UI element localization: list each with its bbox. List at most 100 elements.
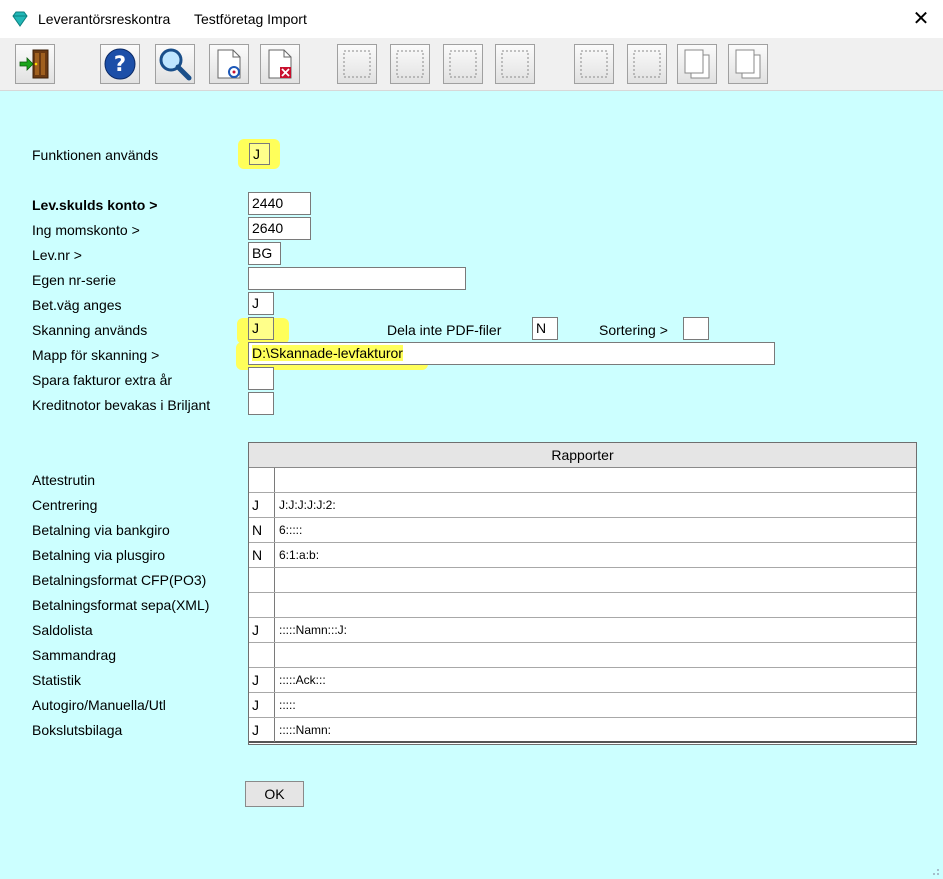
report-label-sepa: Betalningsformat sepa(XML) (32, 597, 210, 613)
mapp-label[interactable]: Mapp för skanning > (32, 347, 159, 363)
empty-slot-icon (501, 50, 529, 78)
delete-document-button[interactable] (260, 44, 300, 84)
report-flag[interactable] (249, 568, 275, 592)
levskulds-field[interactable]: 2440 (248, 192, 311, 215)
spara-field[interactable] (248, 367, 274, 390)
levnr-field[interactable]: BG (248, 242, 281, 265)
report-flag[interactable]: J (249, 693, 275, 717)
momskonto-field[interactable]: 2640 (248, 217, 311, 240)
report-flag[interactable]: J (249, 668, 275, 692)
report-settings[interactable]: :::::Ack::: (279, 668, 326, 692)
toolbar-slot-2 (390, 44, 430, 84)
empty-slot-icon (343, 50, 371, 78)
report-settings[interactable]: 6:1:a:b: (279, 543, 319, 567)
toolbar-slot-1 (337, 44, 377, 84)
table-row[interactable]: J J:J:J:J:J:2: (249, 493, 916, 518)
rapporter-table: Rapporter J J:J:J:J:J:2: N 6::::: N 6:1:a:b… (248, 442, 917, 745)
report-label-statistik: Statistik (32, 672, 82, 688)
toolbar-slot-7 (677, 44, 717, 84)
report-flag[interactable]: J (249, 493, 275, 517)
delete-document-icon (268, 49, 292, 79)
report-flag[interactable]: J (249, 618, 275, 642)
toolbar-slot-8 (728, 44, 768, 84)
spara-label: Spara fakturor extra år (32, 372, 173, 388)
table-row[interactable]: J:::::Namn:::J: (249, 618, 916, 643)
close-button[interactable]: ✕ (906, 6, 936, 32)
empty-slot-icon (449, 50, 477, 78)
table-row[interactable]: N 6:1:a:b: (249, 543, 916, 568)
ok-button[interactable]: OK (245, 781, 304, 807)
report-flag[interactable]: J (249, 718, 275, 742)
momskonto-label[interactable]: Ing momskonto > (32, 222, 140, 238)
report-flag[interactable] (249, 468, 275, 492)
window-title: Leverantörsreskontra (38, 11, 171, 27)
sortering-label[interactable]: Sortering > (599, 322, 668, 338)
refresh-document-button[interactable] (209, 44, 249, 84)
table-row[interactable] (249, 468, 916, 493)
report-settings[interactable]: ::::: (279, 693, 296, 717)
report-label-bankgiro: Betalning via bankgiro (32, 522, 170, 538)
skanning-field[interactable]: J (248, 317, 274, 340)
betvag-field[interactable]: J (248, 292, 274, 315)
report-label-cfp: Betalningsformat CFP(PO3) (32, 572, 207, 588)
report-label-saldolista: Saldolista (32, 622, 93, 638)
report-label-attestrutin: Attestrutin (32, 472, 96, 488)
svg-text:?: ? (114, 52, 126, 76)
resize-grip-icon[interactable] (928, 864, 940, 876)
egen-nr-label: Egen nr-serie (32, 272, 117, 288)
report-flag[interactable] (249, 643, 275, 667)
report-flag[interactable]: N (249, 543, 275, 567)
report-label-centrering: Centrering (32, 497, 98, 513)
help-icon: ? (104, 48, 136, 80)
kreditnotor-field[interactable] (248, 392, 274, 415)
levnr-label[interactable]: Lev.nr > (32, 247, 82, 263)
exit-door-icon (19, 49, 49, 79)
table-row[interactable]: J:::::Ack::: (249, 668, 916, 693)
funktionen-field[interactable]: J (249, 143, 270, 165)
mapp-field[interactable]: D:\Skannade-levfakturor (248, 342, 775, 365)
egen-nr-field[interactable] (248, 267, 466, 290)
copy-pages-icon (684, 49, 710, 79)
betvag-label: Bet.väg anges (32, 297, 122, 313)
funktionen-label: Funktionen används (32, 147, 159, 163)
dela-pdf-field[interactable]: N (532, 317, 558, 340)
company-name: Testföretag Import (194, 11, 307, 27)
report-label-autogiro: Autogiro/Manuella/Utl (32, 697, 166, 713)
empty-slot-icon (396, 50, 424, 78)
sortering-field[interactable] (683, 317, 709, 340)
help-button[interactable]: ? (100, 44, 140, 84)
empty-slot-icon (633, 50, 661, 78)
diamond-icon (12, 11, 28, 27)
dela-pdf-label: Dela inte PDF-filer (387, 322, 502, 338)
report-label-bokslut: Bokslutsbilaga (32, 722, 123, 738)
report-settings[interactable]: :::::Namn:::J: (279, 618, 347, 642)
copy-pages-icon (735, 49, 761, 79)
search-magnifier-icon (159, 48, 192, 81)
toolbar-slot-6 (627, 44, 667, 84)
table-row[interactable]: J:::::Namn: (249, 718, 916, 743)
table-row[interactable] (249, 593, 916, 618)
report-settings[interactable]: :::::Namn: (279, 718, 331, 742)
refresh-document-icon (217, 49, 241, 79)
table-row[interactable]: N 6::::: (249, 518, 916, 543)
table-row[interactable] (249, 568, 916, 593)
table-row[interactable] (249, 643, 916, 668)
rapporter-header: Rapporter (249, 443, 916, 468)
toolbar-slot-5 (574, 44, 614, 84)
report-flag[interactable] (249, 593, 275, 617)
toolbar-slot-3 (443, 44, 483, 84)
empty-slot-icon (580, 50, 608, 78)
toolbar: ? (0, 38, 943, 91)
levskulds-label[interactable]: Lev.skulds konto > (32, 197, 157, 213)
toolbar-slot-4 (495, 44, 535, 84)
title-bar: Leverantörsreskontra Testföretag Import … (0, 0, 943, 38)
report-settings[interactable]: J:J:J:J:J:2: (279, 493, 336, 517)
skanning-label: Skanning används (32, 322, 148, 338)
report-label-sammandrag: Sammandrag (32, 647, 117, 663)
table-row[interactable]: J::::: (249, 693, 916, 718)
report-flag[interactable]: N (249, 518, 275, 542)
kreditnotor-label: Kreditnotor bevakas i Briljant (32, 397, 211, 413)
search-button[interactable] (155, 44, 195, 84)
report-settings[interactable]: 6::::: (279, 518, 302, 542)
exit-button[interactable] (15, 44, 55, 84)
